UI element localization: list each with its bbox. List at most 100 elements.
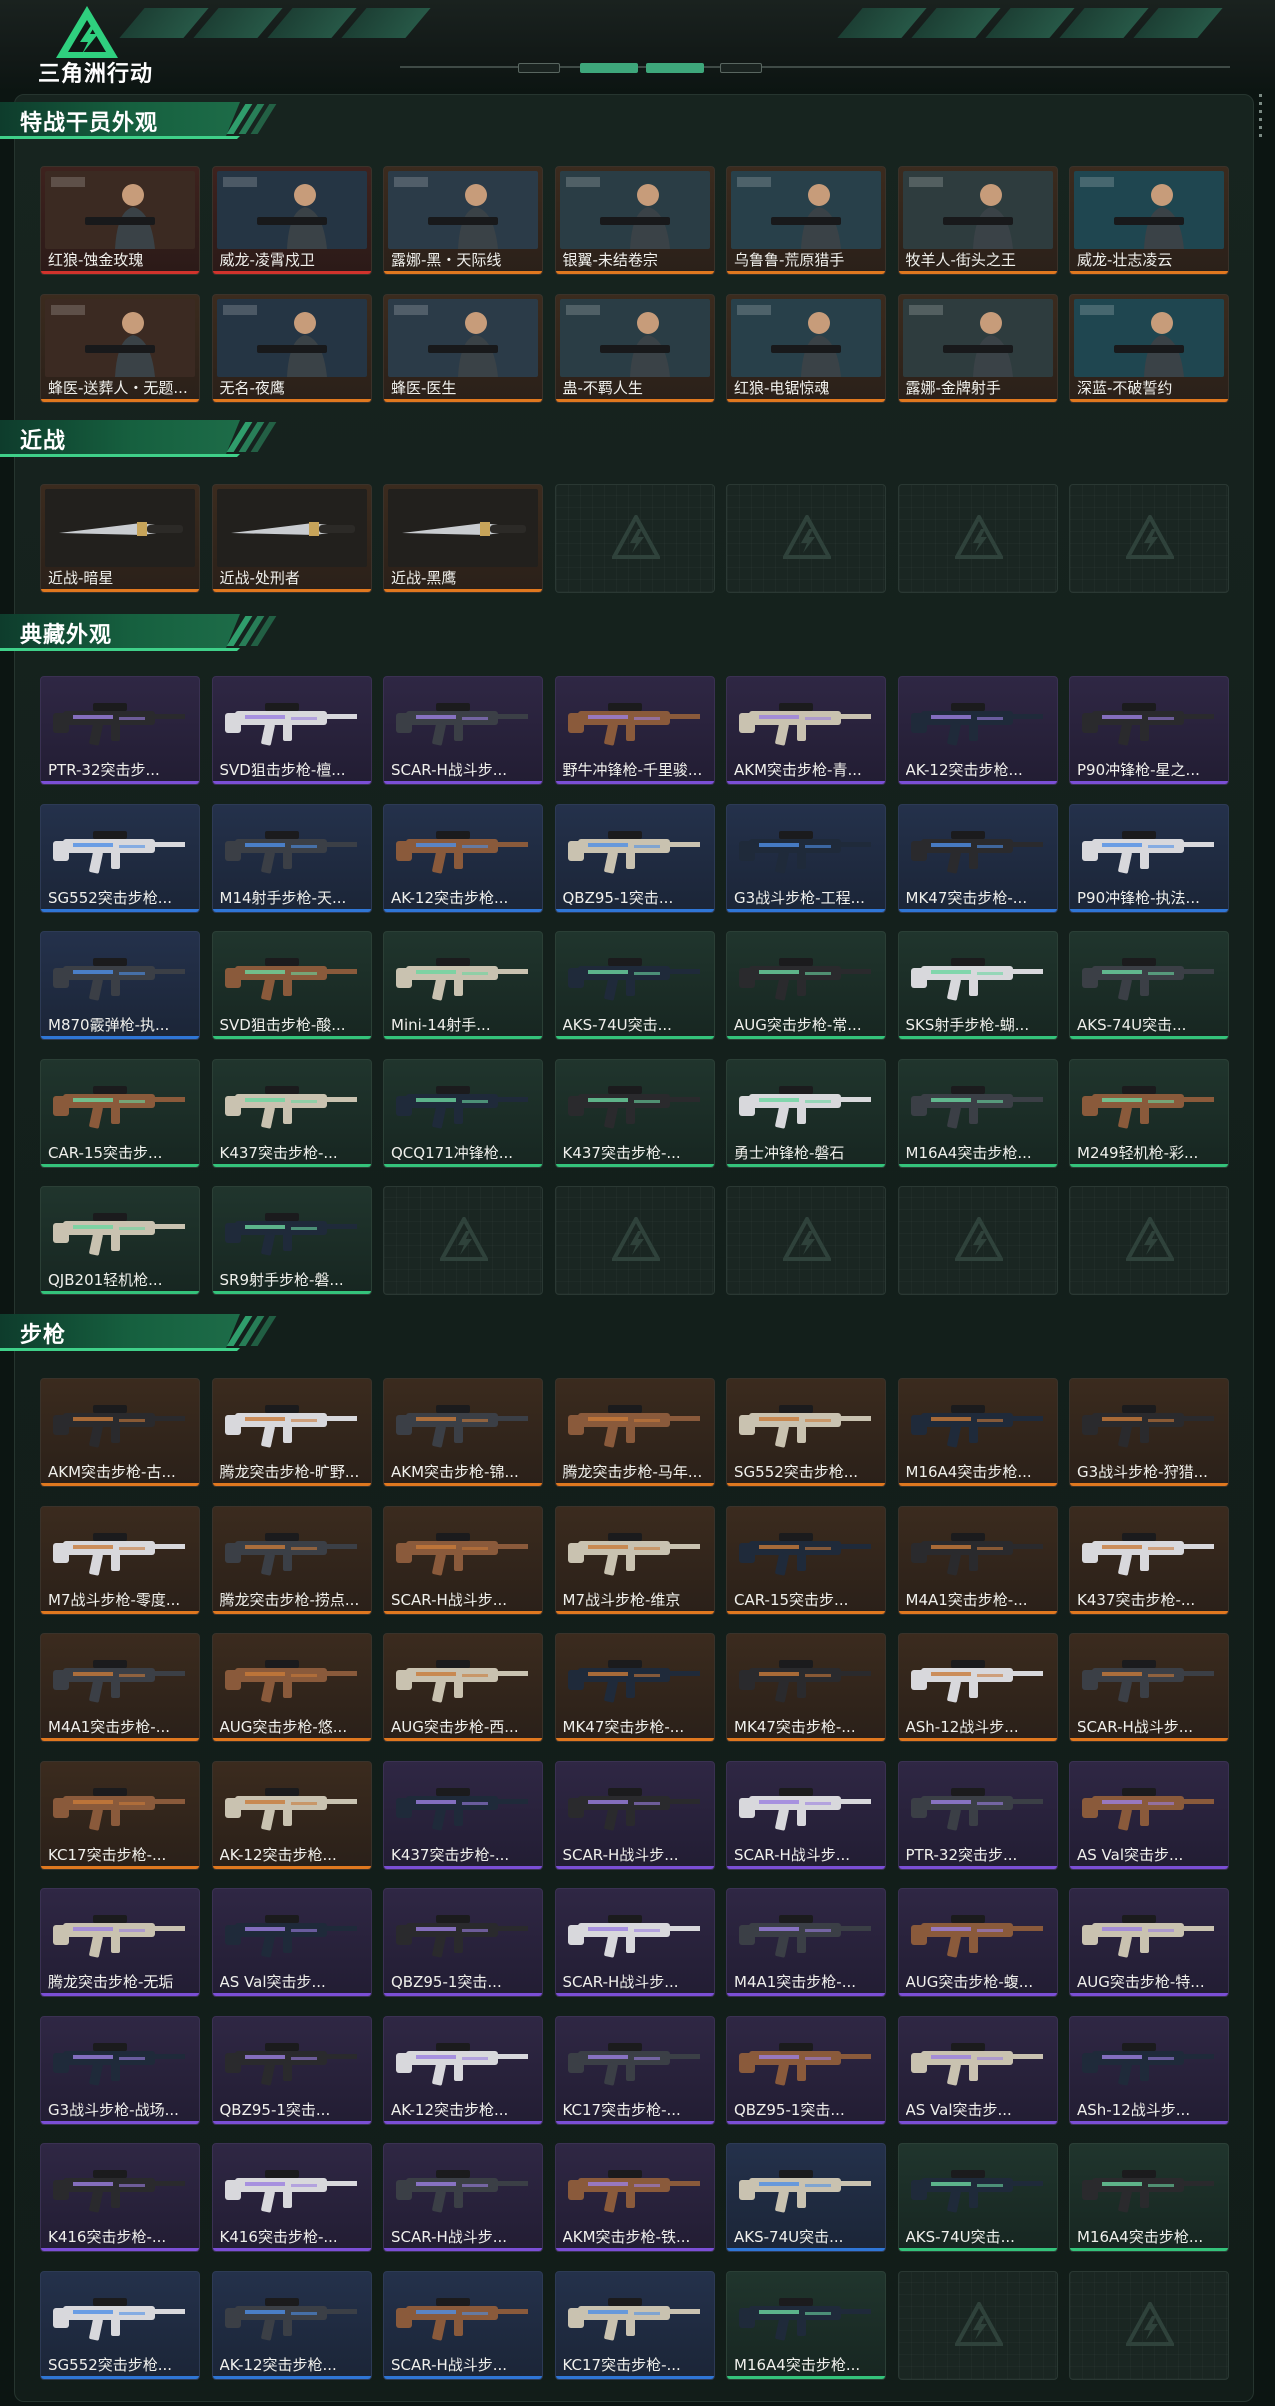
collection-card[interactable]: SCAR-H战斗步... (383, 676, 543, 785)
collection-card[interactable]: AKS-74U突击... (726, 2143, 886, 2252)
collection-card[interactable]: 腾龙突击步枪-马年... (554, 1378, 715, 1487)
collection-card[interactable]: M4A1突击步枪-... (726, 1888, 886, 1997)
collection-card[interactable]: AKM突击步枪-铁... (554, 2143, 715, 2252)
collection-card[interactable]: AS Val突击步... (211, 1888, 372, 1997)
collection-card[interactable]: 威龙-壮志凌云 (1069, 166, 1229, 275)
collection-card[interactable]: K437突击步枪-... (554, 1058, 715, 1168)
collection-card[interactable]: AK-12突击步枪... (383, 803, 543, 913)
collection-card[interactable]: AK-12突击步枪... (897, 676, 1058, 785)
collection-card[interactable]: 蛊-不羁人生 (554, 293, 715, 403)
collection-card[interactable]: 蜂医-送葬人・无题... (40, 293, 200, 403)
collection-card[interactable]: SVD狙击步枪-檀... (211, 676, 372, 785)
collection-card[interactable]: KC17突击步枪-... (40, 1760, 200, 1870)
collection-card[interactable]: 蜂医-医生 (383, 293, 543, 403)
collection-card[interactable]: M16A4突击步枪... (1069, 2143, 1229, 2252)
collection-card[interactable]: SCAR-H战斗步... (1069, 1633, 1229, 1742)
collection-card[interactable]: AKS-74U突击... (1069, 931, 1229, 1040)
collection-card[interactable]: 牧羊人-街头之王 (897, 166, 1058, 275)
collection-card[interactable]: 红狼-电锯惊魂 (726, 293, 886, 403)
collection-card[interactable]: M4A1突击步枪-... (897, 1505, 1058, 1615)
collection-card[interactable]: G3战斗步枪-狩猎... (1069, 1378, 1229, 1487)
collection-card[interactable]: 银翼-未结卷宗 (554, 166, 715, 275)
collection-card[interactable]: 近战-处刑者 (211, 484, 372, 593)
collection-card[interactable]: M16A4突击步枪... (897, 1378, 1058, 1487)
collection-card[interactable]: QBZ95-1突击... (554, 803, 715, 913)
collection-card[interactable]: KC17突击步枪-... (554, 2270, 715, 2380)
collection-card[interactable]: M870霰弹枪-执... (40, 931, 200, 1040)
collection-card[interactable]: 威龙-凌霄戍卫 (211, 166, 372, 275)
collection-card[interactable]: SCAR-H战斗步... (554, 1888, 715, 1997)
collection-card[interactable]: M249轻机枪-彩... (1069, 1058, 1229, 1168)
collection-card[interactable]: G3战斗步枪-战场... (40, 2015, 200, 2125)
collection-card[interactable]: AUG突击步枪-蝮... (897, 1888, 1058, 1997)
collection-card[interactable]: AUG突击步枪-悠... (211, 1633, 372, 1742)
collection-card[interactable]: 腾龙突击步枪-旷野... (211, 1378, 372, 1487)
scrollbar[interactable] (1258, 94, 1264, 154)
collection-card[interactable]: SG552突击步枪... (40, 2270, 200, 2380)
collection-card[interactable]: P90冲锋枪-执法... (1069, 803, 1229, 913)
collection-card[interactable]: K416突击步枪-... (40, 2143, 200, 2252)
collection-card[interactable]: SKS射手步枪-蝴... (897, 931, 1058, 1040)
collection-card[interactable]: MK47突击步枪-... (554, 1633, 715, 1742)
collection-card[interactable]: AK-12突击步枪... (211, 2270, 372, 2380)
collection-card[interactable]: SG552突击步枪... (726, 1378, 886, 1487)
collection-card[interactable]: SG552突击步枪... (40, 803, 200, 913)
collection-card[interactable]: AKM突击步枪-古... (40, 1378, 200, 1487)
collection-card[interactable]: 近战-黑鹰 (383, 484, 543, 593)
collection-card[interactable]: AS Val突击步... (1069, 1760, 1229, 1870)
collection-card[interactable]: QBZ95-1突击... (726, 2015, 886, 2125)
collection-card[interactable]: M16A4突击步枪... (726, 2270, 886, 2380)
collection-card[interactable]: 无名-夜鹰 (211, 293, 372, 403)
collection-card[interactable]: KC17突击步枪-... (554, 2015, 715, 2125)
collection-card[interactable]: Mini-14射手... (383, 931, 543, 1040)
collection-card[interactable]: K437突击步枪-... (211, 1058, 372, 1168)
collection-card[interactable]: M7战斗步枪-零度... (40, 1505, 200, 1615)
collection-card[interactable]: SCAR-H战斗步... (383, 2270, 543, 2380)
collection-card[interactable]: PTR-32突击步... (897, 1760, 1058, 1870)
collection-card[interactable]: G3战斗步枪-工程... (726, 803, 886, 913)
collection-card[interactable]: CAR-15突击步... (726, 1505, 886, 1615)
collection-card[interactable]: M14射手步枪-天... (211, 803, 372, 913)
collection-card[interactable]: ASh-12战斗步... (1069, 2015, 1229, 2125)
collection-card[interactable]: M7战斗步枪-维京 (554, 1505, 715, 1615)
collection-card[interactable]: AK-12突击步枪... (211, 1760, 372, 1870)
collection-card[interactable]: 野牛冲锋枪-千里骏... (554, 676, 715, 785)
collection-card[interactable]: P90冲锋枪-星之... (1069, 676, 1229, 785)
collection-card[interactable]: 红狼-蚀金玫瑰 (40, 166, 200, 275)
collection-card[interactable]: M16A4突击步枪... (897, 1058, 1058, 1168)
collection-card[interactable]: M4A1突击步枪-... (40, 1633, 200, 1742)
collection-card[interactable]: AKS-74U突击... (554, 931, 715, 1040)
collection-card[interactable]: PTR-32突击步... (40, 676, 200, 785)
collection-card[interactable]: QCQ171冲锋枪... (383, 1058, 543, 1168)
collection-card[interactable]: 深蓝-不破誓约 (1069, 293, 1229, 403)
collection-card[interactable]: SCAR-H战斗步... (726, 1760, 886, 1870)
collection-card[interactable]: AUG突击步枪-西... (383, 1633, 543, 1742)
collection-card[interactable]: 腾龙突击步枪-无垢 (40, 1888, 200, 1997)
collection-card[interactable]: MK47突击步枪-... (726, 1633, 886, 1742)
collection-card[interactable]: QJB201轻机枪... (40, 1186, 200, 1295)
collection-card[interactable]: SCAR-H战斗步... (383, 2143, 543, 2252)
collection-card[interactable]: AKM突击步枪-锦... (383, 1378, 543, 1487)
collection-card[interactable]: AK-12突击步枪... (383, 2015, 543, 2125)
collection-card[interactable]: SVD狙击步枪-酸... (211, 931, 372, 1040)
collection-card[interactable]: K416突击步枪-... (211, 2143, 372, 2252)
collection-card[interactable]: K437突击步枪-... (383, 1760, 543, 1870)
collection-card[interactable]: 露娜-黑・天际线 (383, 166, 543, 275)
collection-card[interactable]: SR9射手步枪-磐... (211, 1186, 372, 1295)
collection-card[interactable]: CAR-15突击步... (40, 1058, 200, 1168)
collection-card[interactable]: AKM突击步枪-青... (726, 676, 886, 785)
collection-card[interactable]: 乌鲁鲁-荒原猎手 (726, 166, 886, 275)
collection-card[interactable]: K437突击步枪-... (1069, 1505, 1229, 1615)
collection-card[interactable]: 勇士冲锋枪-磐石 (726, 1058, 886, 1168)
collection-card[interactable]: 近战-暗星 (40, 484, 200, 593)
collection-card[interactable]: 露娜-金牌射手 (897, 293, 1058, 403)
collection-card[interactable]: QBZ95-1突击... (383, 1888, 543, 1997)
collection-card[interactable]: AKS-74U突击... (897, 2143, 1058, 2252)
collection-card[interactable]: ASh-12战斗步... (897, 1633, 1058, 1742)
collection-card[interactable]: AUG突击步枪-特... (1069, 1888, 1229, 1997)
collection-card[interactable]: AS Val突击步... (897, 2015, 1058, 2125)
collection-card[interactable]: MK47突击步枪-... (897, 803, 1058, 913)
collection-card[interactable]: 腾龙突击步枪-捞点... (211, 1505, 372, 1615)
collection-card[interactable]: QBZ95-1突击... (211, 2015, 372, 2125)
collection-card[interactable]: SCAR-H战斗步... (554, 1760, 715, 1870)
